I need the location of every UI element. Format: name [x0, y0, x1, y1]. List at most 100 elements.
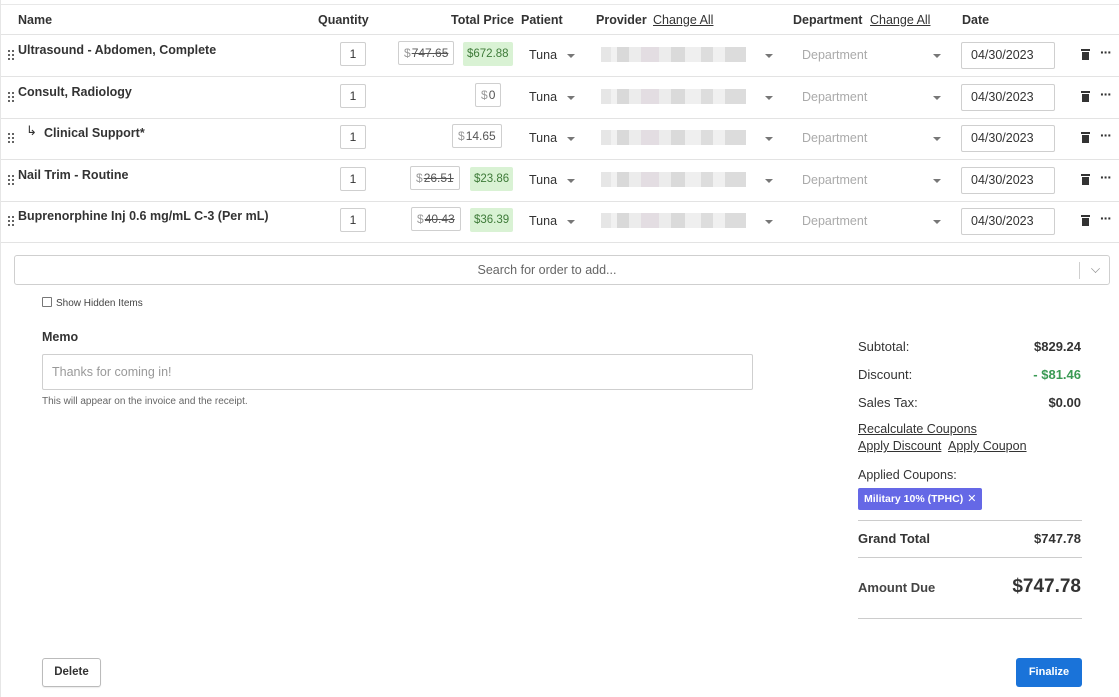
- drag-handle-icon[interactable]: [8, 214, 15, 226]
- quantity-input[interactable]: 1: [340, 84, 366, 108]
- table-row: Nail Trim - Routine 1 $26.51 $23.86 Tuna…: [1, 160, 1119, 202]
- date-input[interactable]: 04/30/2023: [961, 84, 1055, 111]
- date-input[interactable]: 04/30/2023: [961, 42, 1055, 69]
- table-row: Ultrasound - Abdomen, Complete 1 $747.65…: [1, 35, 1119, 77]
- date-input[interactable]: 04/30/2023: [961, 208, 1055, 235]
- trash-icon[interactable]: [1081, 132, 1090, 143]
- discounted-price-badge: $672.88: [463, 42, 513, 66]
- currency-symbol: $: [404, 46, 411, 60]
- item-name: Clinical Support*: [44, 126, 145, 140]
- more-options-icon[interactable]: ···: [1100, 210, 1112, 226]
- applied-coupons-label: Applied Coupons:: [858, 468, 957, 482]
- chevron-down-icon[interactable]: [933, 179, 941, 183]
- patient-select[interactable]: Tuna: [529, 90, 557, 104]
- chevron-down-icon[interactable]: [765, 96, 773, 100]
- show-hidden-checkbox[interactable]: [42, 297, 52, 307]
- memo-help-text: This will appear on the invoice and the …: [42, 396, 248, 407]
- date-input[interactable]: 04/30/2023: [961, 125, 1055, 152]
- quantity-input[interactable]: 1: [340, 42, 366, 66]
- department-select[interactable]: Department: [802, 48, 867, 62]
- chevron-down-icon[interactable]: [765, 179, 773, 183]
- drag-handle-icon[interactable]: [8, 131, 15, 143]
- currency-symbol: $: [417, 212, 424, 226]
- chevron-down-icon[interactable]: [933, 54, 941, 58]
- drag-handle-icon[interactable]: [8, 173, 15, 185]
- drag-handle-icon[interactable]: [8, 48, 15, 60]
- trash-icon[interactable]: [1081, 215, 1090, 226]
- chevron-down-icon[interactable]: [567, 54, 575, 58]
- original-price: 747.65: [411, 46, 449, 60]
- department-select[interactable]: Department: [802, 90, 867, 104]
- chevron-down-icon[interactable]: [567, 179, 575, 183]
- drag-handle-icon[interactable]: [8, 90, 15, 102]
- patient-select[interactable]: Tuna: [529, 48, 557, 62]
- discount-value: - $81.46: [1033, 367, 1081, 382]
- provider-select-redacted[interactable]: [601, 89, 746, 104]
- price-input[interactable]: $40.43: [411, 207, 461, 231]
- more-options-icon[interactable]: ···: [1100, 44, 1112, 60]
- table-row: Consult, Radiology 1 $0 Tuna Department …: [1, 77, 1119, 119]
- sub-item-arrow-icon: ↳: [26, 123, 37, 138]
- price-input[interactable]: $747.65: [398, 41, 455, 65]
- memo-label: Memo: [42, 330, 79, 344]
- col-department: Department: [793, 13, 863, 27]
- provider-select-redacted[interactable]: [601, 47, 746, 62]
- show-hidden-label[interactable]: Show Hidden Items: [56, 298, 143, 309]
- chevron-down-icon[interactable]: [567, 220, 575, 224]
- chevron-down-icon[interactable]: [765, 54, 773, 58]
- search-placeholder: Search for order to add...: [477, 263, 617, 277]
- provider-select-redacted[interactable]: [601, 213, 746, 228]
- close-icon[interactable]: ✕: [967, 493, 976, 505]
- table-header: Name Quantity Total Price Patient Provid…: [1, 4, 1119, 35]
- chevron-down-icon[interactable]: [933, 220, 941, 224]
- chevron-down-icon[interactable]: [933, 137, 941, 141]
- more-options-icon[interactable]: ···: [1100, 169, 1112, 185]
- order-search-select[interactable]: Search for order to add...: [14, 255, 1110, 285]
- chevron-down-icon[interactable]: [567, 96, 575, 100]
- price-input[interactable]: $0: [475, 83, 502, 107]
- currency-symbol: $: [481, 88, 488, 102]
- finalize-button[interactable]: Finalize: [1016, 658, 1082, 687]
- quantity-input[interactable]: 1: [340, 167, 366, 191]
- chevron-down-icon[interactable]: [933, 96, 941, 100]
- table-row: ↳ Clinical Support* 1 $14.65 Tuna Depart…: [1, 118, 1119, 160]
- chevron-down-icon[interactable]: [1091, 264, 1100, 273]
- patient-select[interactable]: Tuna: [529, 131, 557, 145]
- delete-button[interactable]: Delete: [42, 658, 101, 687]
- patient-select[interactable]: Tuna: [529, 173, 557, 187]
- col-quantity: Quantity: [318, 13, 369, 27]
- memo-input[interactable]: [42, 354, 753, 390]
- chevron-down-icon[interactable]: [765, 137, 773, 141]
- more-options-icon[interactable]: ···: [1100, 86, 1112, 102]
- apply-coupon-link[interactable]: Apply Coupon: [948, 439, 1027, 453]
- quantity-input[interactable]: 1: [340, 208, 366, 232]
- amount-due-label: Amount Due: [858, 580, 936, 595]
- date-input[interactable]: 04/30/2023: [961, 167, 1055, 194]
- department-select[interactable]: Department: [802, 214, 867, 228]
- search-divider: [1079, 262, 1080, 279]
- department-change-all-link[interactable]: Change All: [870, 13, 930, 27]
- chevron-down-icon[interactable]: [765, 220, 773, 224]
- price-input[interactable]: $14.65: [452, 124, 502, 148]
- trash-icon[interactable]: [1081, 174, 1090, 185]
- apply-discount-link[interactable]: Apply Discount: [858, 439, 941, 453]
- trash-icon[interactable]: [1081, 49, 1090, 60]
- recalculate-coupons-link[interactable]: Recalculate Coupons: [858, 422, 977, 436]
- department-select[interactable]: Department: [802, 131, 867, 145]
- grand-total-label: Grand Total: [858, 531, 930, 546]
- quantity-input[interactable]: 1: [340, 125, 366, 149]
- table-row: Buprenorphine Inj 0.6 mg/mL C-3 (Per mL)…: [1, 201, 1119, 243]
- item-name: Ultrasound - Abdomen, Complete: [18, 43, 217, 57]
- discounted-price-badge: $23.86: [470, 167, 514, 191]
- department-select[interactable]: Department: [802, 173, 867, 187]
- provider-select-redacted[interactable]: [601, 130, 746, 145]
- provider-select-redacted[interactable]: [601, 172, 746, 187]
- provider-change-all-link[interactable]: Change All: [653, 13, 713, 27]
- more-options-icon[interactable]: ···: [1100, 127, 1112, 143]
- patient-select[interactable]: Tuna: [529, 214, 557, 228]
- trash-icon[interactable]: [1081, 91, 1090, 102]
- item-name: Buprenorphine Inj 0.6 mg/mL C-3 (Per mL): [18, 209, 269, 223]
- chevron-down-icon[interactable]: [567, 137, 575, 141]
- col-patient: Patient: [521, 13, 563, 27]
- price-input[interactable]: $26.51: [410, 166, 460, 190]
